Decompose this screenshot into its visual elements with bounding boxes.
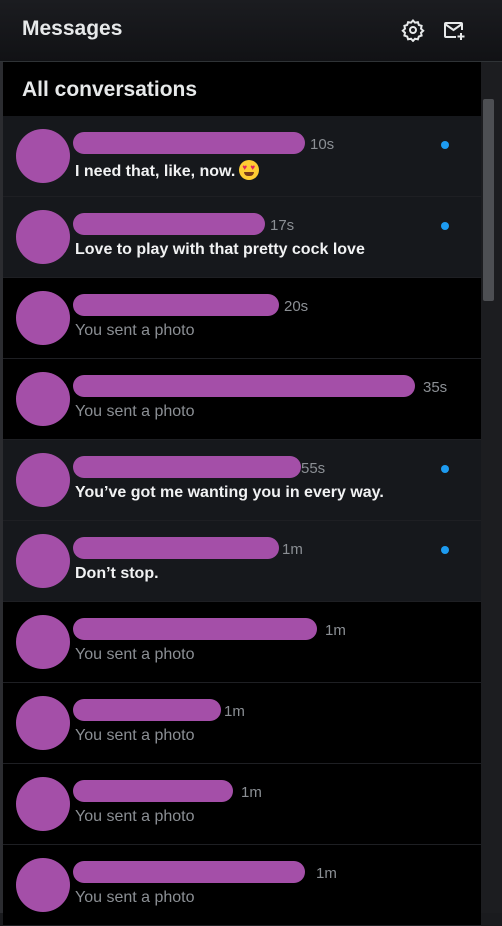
conversation-preview: Love to play with that pretty cock love bbox=[75, 241, 365, 258]
redacted-name bbox=[73, 294, 279, 316]
conversation-time: 20s bbox=[284, 298, 309, 315]
conversation-time: 1m bbox=[241, 784, 262, 801]
conversation-row[interactable]: 10s I need that, like, now. ♥ ♥ bbox=[3, 116, 481, 197]
avatar bbox=[16, 534, 70, 588]
scrollbar[interactable] bbox=[481, 62, 502, 913]
avatar bbox=[16, 129, 70, 183]
redacted-name bbox=[73, 780, 233, 802]
conversation-time: 1m bbox=[224, 703, 245, 720]
conversation-preview: You sent a photo bbox=[75, 889, 195, 906]
redacted-name bbox=[73, 861, 305, 883]
redacted-name bbox=[73, 456, 301, 478]
unread-indicator bbox=[441, 465, 449, 473]
redacted-name bbox=[73, 618, 317, 640]
conversation-preview: I need that, like, now. ♥ ♥ bbox=[75, 160, 260, 181]
redacted-name bbox=[73, 699, 221, 721]
conversation-time: 17s bbox=[270, 217, 295, 234]
conversation-row[interactable]: 1m Don’t stop. bbox=[3, 521, 481, 602]
conversation-preview: You’ve got me wanting you in every way. bbox=[75, 484, 384, 501]
conversation-preview: You sent a photo bbox=[75, 403, 195, 420]
unread-indicator bbox=[441, 222, 449, 230]
avatar bbox=[16, 291, 70, 345]
conversation-row[interactable]: 55s You’ve got me wanting you in every w… bbox=[3, 440, 481, 521]
unread-indicator bbox=[441, 546, 449, 554]
section-title: All conversations bbox=[22, 78, 198, 101]
conversation-time: 1m bbox=[325, 622, 346, 639]
conversation-preview: Don’t stop. bbox=[75, 565, 159, 582]
conversation-row[interactable]: 17s Love to play with that pretty cock l… bbox=[3, 197, 481, 278]
conversations-section-header: All conversations bbox=[3, 62, 481, 116]
conversation-time: 1m bbox=[282, 541, 303, 558]
conversation-preview: You sent a photo bbox=[75, 646, 195, 663]
new-message-icon[interactable] bbox=[442, 18, 466, 42]
redacted-name bbox=[73, 132, 305, 154]
conversation-list: 10s I need that, like, now. ♥ ♥ 17s Love t… bbox=[3, 116, 481, 926]
avatar bbox=[16, 210, 70, 264]
conversation-preview: You sent a photo bbox=[75, 322, 195, 339]
conversation-time: 35s bbox=[423, 379, 448, 396]
conversation-preview: You sent a photo bbox=[75, 808, 195, 825]
conversation-row[interactable]: 1m You sent a photo bbox=[3, 602, 481, 683]
page-title: Messages bbox=[22, 17, 123, 40]
gear-icon[interactable] bbox=[401, 18, 425, 42]
redacted-name bbox=[73, 213, 265, 235]
conversation-row[interactable]: 35s You sent a photo bbox=[3, 359, 481, 440]
conversation-preview: You sent a photo bbox=[75, 727, 195, 744]
messages-header: Messages bbox=[0, 0, 502, 62]
conversation-row[interactable]: 1m You sent a photo bbox=[3, 683, 481, 764]
avatar bbox=[16, 858, 70, 912]
redacted-name bbox=[73, 375, 415, 397]
unread-indicator bbox=[441, 141, 449, 149]
scrollbar-thumb[interactable] bbox=[483, 99, 494, 301]
redacted-name bbox=[73, 537, 279, 559]
conversation-row[interactable]: 20s You sent a photo bbox=[3, 278, 481, 359]
avatar bbox=[16, 453, 70, 507]
avatar bbox=[16, 615, 70, 669]
conversation-row[interactable]: 1m You sent a photo bbox=[3, 845, 481, 926]
avatar bbox=[16, 696, 70, 750]
heart-eyes-emoji-icon: ♥ ♥ bbox=[239, 160, 260, 180]
conversation-time: 55s bbox=[301, 460, 326, 477]
conversation-time: 1m bbox=[316, 865, 337, 882]
conversation-time: 10s bbox=[310, 136, 335, 153]
preview-text: I need that, like, now. bbox=[75, 163, 236, 180]
conversation-row[interactable]: 1m You sent a photo bbox=[3, 764, 481, 845]
avatar bbox=[16, 777, 70, 831]
avatar bbox=[16, 372, 70, 426]
